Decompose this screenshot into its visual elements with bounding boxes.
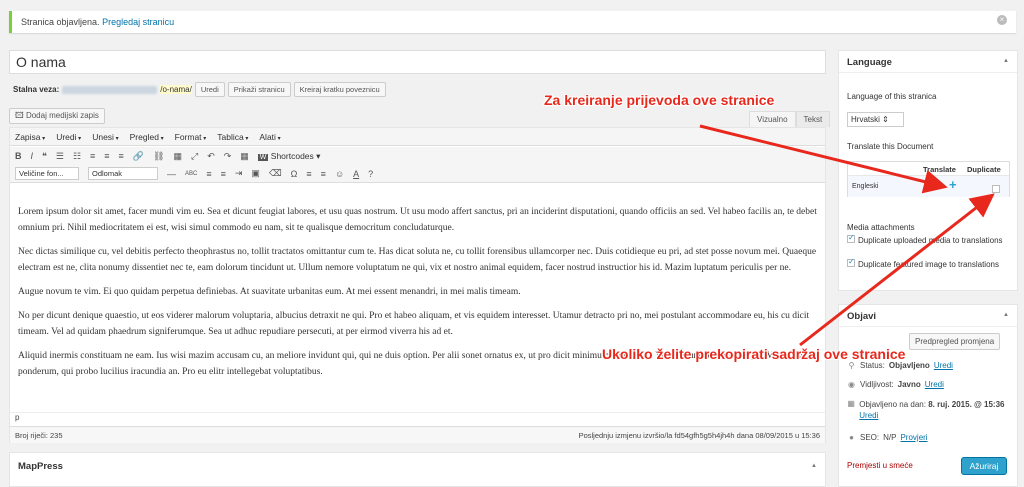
arrow-to-duplicate [799, 193, 995, 347]
annotation-duplicate: Ukoliko želite prekopirati sadržaj ove s… [602, 346, 906, 362]
annotation-translate: Za kreiranje prijevoda ove stranice [544, 92, 775, 108]
arrow-to-translate [699, 124, 948, 194]
annotation-arrows [699, 124, 995, 347]
